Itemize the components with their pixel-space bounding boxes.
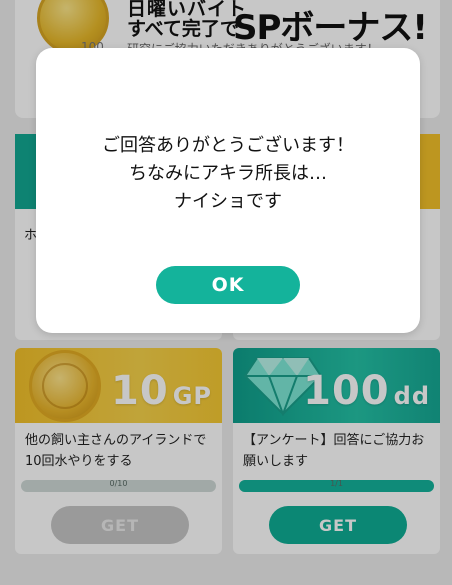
dialog-message-line3: ナイショです — [174, 191, 282, 212]
dialog-message-line2: ちなみにアキラ所長は… — [129, 163, 327, 184]
ok-button[interactable]: OK — [156, 266, 300, 304]
thank-you-dialog: ご回答ありがとうございます！ ちなみにアキラ所長は… ナイショです OK — [36, 48, 420, 333]
dialog-message-line1: ご回答ありがとうございます！ — [102, 135, 354, 156]
